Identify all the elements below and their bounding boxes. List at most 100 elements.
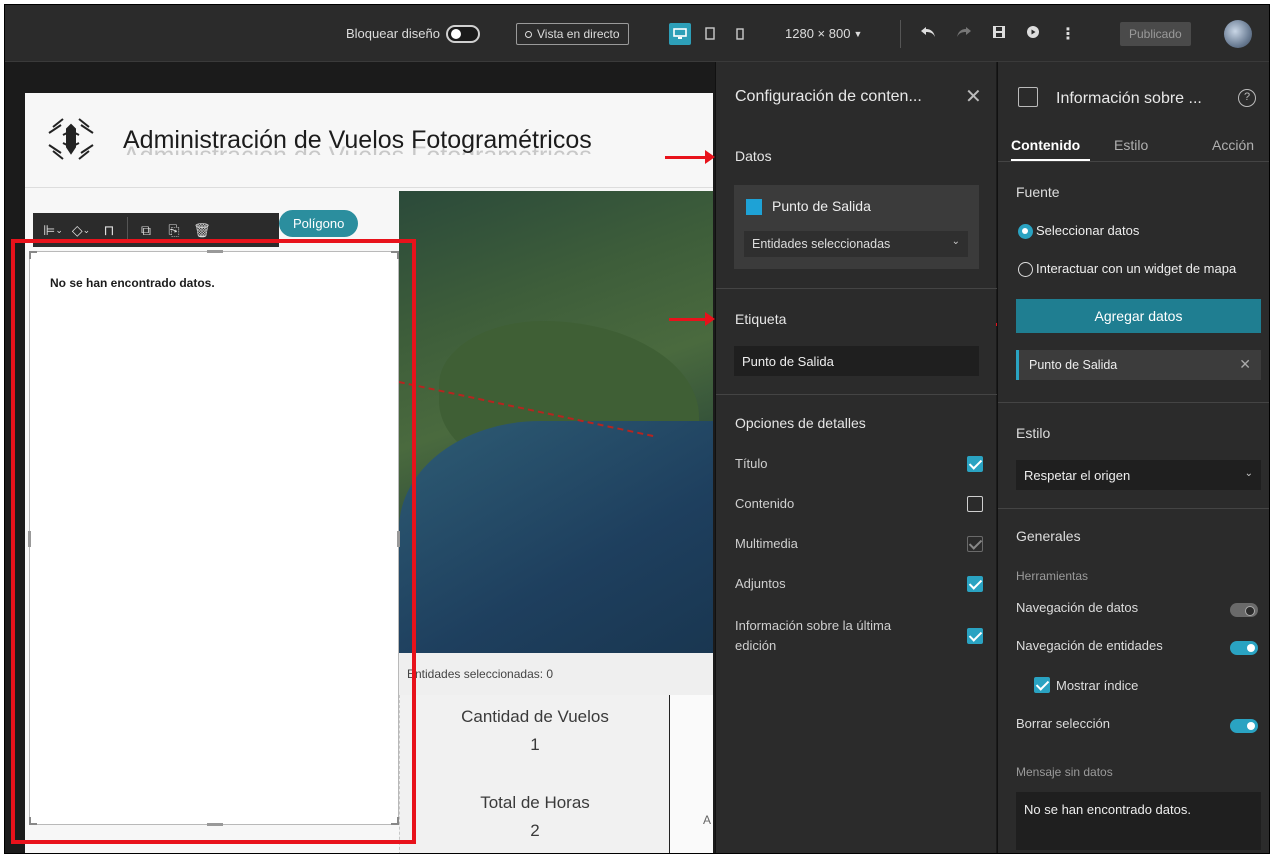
details-section-label: Opciones de detalles	[735, 415, 866, 431]
config-panel-title: Configuración de conten...	[735, 88, 922, 105]
annotation-arrow	[665, 150, 715, 164]
stats-panel: Cantidad de Vuelos 1 Total de Horas 2	[399, 695, 669, 853]
data-navigation-label: Navegación de datos	[1016, 600, 1139, 615]
stat-value: 1	[530, 735, 540, 754]
drone-logo-icon	[48, 118, 94, 160]
option-content-row[interactable]: Contenido	[735, 496, 985, 512]
option-title-row[interactable]: Título	[735, 456, 985, 472]
phone-device-icon[interactable]	[729, 23, 751, 45]
divider	[716, 288, 997, 289]
lock-layout-control[interactable]: Bloquear diseño	[346, 5, 480, 62]
resolution-dropdown[interactable]: 1280 × 800 ▼	[785, 5, 862, 62]
remove-icon[interactable]: ✕	[1239, 356, 1251, 373]
tab-action[interactable]: Acción	[1212, 137, 1254, 153]
live-view-label: Vista en directo	[537, 26, 620, 41]
clear-selection-toggle[interactable]	[1230, 719, 1258, 733]
lock-layout-label: Bloquear diseño	[346, 26, 440, 41]
more-options-icon[interactable]: ⋮	[1060, 24, 1076, 44]
undo-icon[interactable]	[920, 25, 936, 42]
content-checkbox[interactable]	[967, 496, 983, 512]
stat-value: 2	[530, 821, 540, 840]
option-media-row: Multimedia	[735, 536, 985, 552]
publish-button[interactable]: Publicado	[1120, 21, 1191, 46]
chevron-down-icon: ⌄	[1244, 468, 1253, 479]
annotation-arrow	[669, 312, 715, 326]
option-label: Contenido	[735, 496, 795, 511]
point-layer-icon	[746, 199, 762, 215]
map-selection-caption: Entidades seleccionadas: 0	[399, 653, 713, 695]
label-input[interactable]: Punto de Salida	[734, 346, 979, 376]
close-icon[interactable]: ✕	[965, 84, 982, 109]
caret-down-icon: ▼	[853, 28, 863, 39]
tab-style[interactable]: Estilo	[1114, 137, 1148, 153]
no-data-message-textarea[interactable]: No se han encontrado datos.	[1016, 792, 1261, 850]
select-data-radio[interactable]	[1018, 224, 1033, 239]
style-section-label: Estilo	[1016, 425, 1051, 441]
source-section-label: Fuente	[1016, 184, 1060, 200]
app-frame: Bloquear diseño Vista en directo 1280 × …	[4, 4, 1270, 854]
content-config-panel: Configuración de conten... ✕ Datos Punto…	[715, 62, 997, 853]
resolution-value: 1280 × 800	[785, 26, 851, 41]
divider	[998, 161, 1269, 162]
option-label: Adjuntos	[735, 576, 786, 591]
divider	[998, 402, 1269, 403]
polygon-tag[interactable]: Polígono	[279, 210, 359, 237]
data-source-card[interactable]: Punto de Salida Entidades seleccionadas …	[734, 185, 979, 269]
map-widget[interactable]	[399, 191, 713, 653]
map-sea	[399, 421, 713, 653]
tablet-device-icon[interactable]	[699, 23, 721, 45]
stat-label: Total de Horas	[480, 793, 590, 812]
toolbar-divider	[900, 19, 901, 48]
attachments-checkbox[interactable]	[967, 576, 983, 592]
divider	[998, 508, 1269, 509]
user-avatar[interactable]	[1224, 19, 1252, 48]
interact-map-radio[interactable]	[1018, 262, 1033, 277]
lock-layout-toggle[interactable]	[445, 24, 480, 43]
select-data-label[interactable]: Seleccionar datos	[1036, 223, 1139, 238]
selected-source-name: Punto de Salida	[1029, 358, 1118, 372]
help-icon[interactable]: ?	[1238, 89, 1256, 107]
top-toolbar: Bloquear diseño Vista en directo 1280 × …	[5, 5, 1269, 62]
chevron-down-icon: ⌄	[951, 236, 960, 247]
clear-selection-label: Borrar selección	[1016, 716, 1110, 731]
desktop-device-icon[interactable]	[669, 22, 691, 45]
data-navigation-toggle[interactable]	[1230, 603, 1258, 617]
preview-icon[interactable]	[1026, 25, 1040, 42]
redo-icon[interactable]	[956, 25, 972, 42]
data-section-label: Datos	[735, 148, 772, 164]
data-filter-select[interactable]: Entidades seleccionadas ⌄	[744, 231, 968, 257]
label-section-label: Etiqueta	[735, 311, 787, 327]
option-label: Multimedia	[735, 536, 798, 551]
feature-navigation-label: Navegación de entidades	[1016, 638, 1163, 653]
page-header: Administración de Vuelos Fotogramétricos…	[25, 93, 713, 188]
add-data-button[interactable]: Agregar datos	[1016, 299, 1261, 333]
title-checkbox[interactable]	[967, 456, 983, 472]
tab-content[interactable]: Contenido	[1011, 137, 1080, 153]
data-source-name: Punto de Salida	[772, 198, 871, 214]
divider	[716, 394, 997, 395]
show-index-label[interactable]: Mostrar índice	[1056, 678, 1138, 693]
option-last-edit-row[interactable]: Información sobre la última edición	[735, 616, 935, 656]
stat-label: Cantidad de Vuelos	[461, 707, 609, 726]
stats-right-panel: A	[669, 695, 713, 853]
interact-map-label[interactable]: Interactuar con un widget de mapa	[1036, 261, 1236, 276]
style-select[interactable]: Respetar el origen ⌄	[1016, 460, 1261, 490]
selected-source-chip[interactable]: Punto de Salida ✕	[1016, 350, 1261, 380]
save-icon[interactable]	[992, 25, 1006, 42]
data-filter-value: Entidades seleccionadas	[752, 237, 891, 251]
feature-navigation-toggle[interactable]	[1230, 641, 1258, 655]
option-label: Título	[735, 456, 768, 471]
no-data-message-label: Mensaje sin datos	[1016, 765, 1113, 779]
properties-panel: Información sobre ... ? Contenido Estilo…	[997, 62, 1269, 853]
style-value: Respetar el origen	[1024, 468, 1131, 483]
live-view-button[interactable]: Vista en directo	[516, 22, 629, 45]
show-index-checkbox[interactable]	[1034, 677, 1050, 693]
option-label: Información sobre la última edición	[735, 618, 892, 653]
general-section-label: Generales	[1016, 528, 1081, 544]
option-attachments-row[interactable]: Adjuntos	[735, 576, 985, 592]
widget-icon	[1018, 87, 1038, 107]
stats-right-letter: A	[703, 813, 712, 827]
last-edit-checkbox[interactable]	[967, 628, 983, 644]
live-dot-icon	[525, 30, 532, 38]
tools-subtitle: Herramientas	[1016, 569, 1089, 583]
